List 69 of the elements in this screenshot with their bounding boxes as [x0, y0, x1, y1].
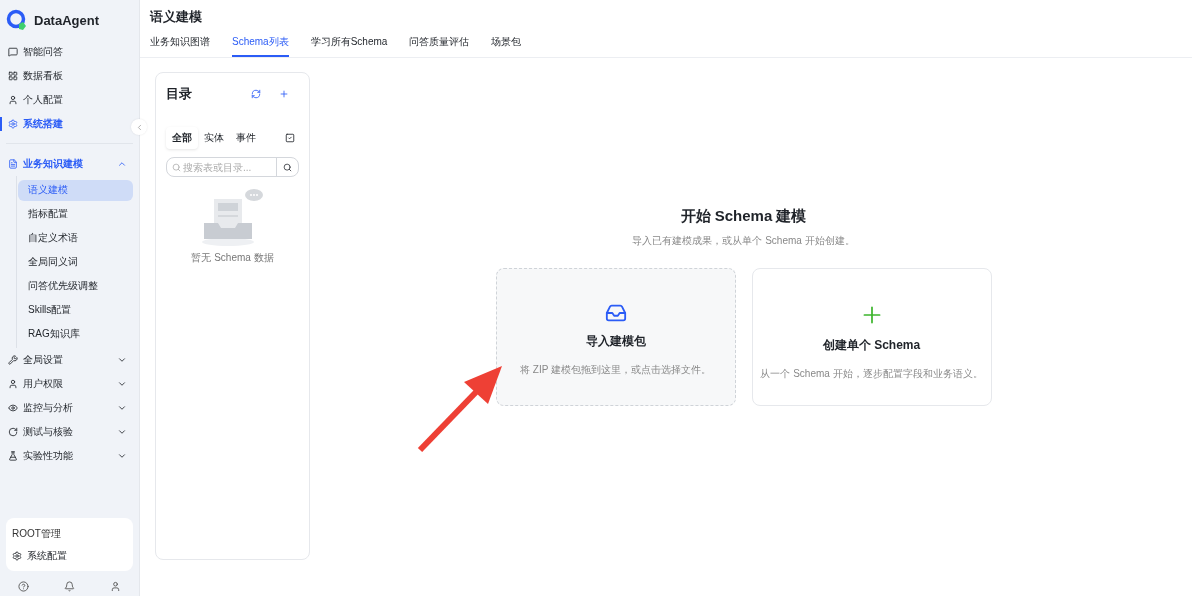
nav-group[interactable]: 用户权限 [6, 372, 133, 396]
tab[interactable]: 问答质量评估 [409, 35, 470, 57]
logo-icon [6, 9, 28, 31]
panel-title: 目录 [166, 85, 192, 103]
document-icon [8, 159, 18, 169]
card-title: 创建单个 Schema [822, 337, 921, 354]
section-title: 开始 Schema 建模 [680, 207, 807, 226]
nav-subitem[interactable]: 自定义术语 [18, 227, 133, 249]
add-icon[interactable] [279, 89, 289, 99]
nav-group[interactable]: 全局设置 [6, 348, 133, 372]
search-box[interactable]: 搜索表或目录... [166, 157, 299, 177]
import-card[interactable]: 导入建模包 将 ZIP 建模包拖到这里，或点击选择文件。 [495, 268, 736, 406]
bell-icon[interactable] [64, 581, 75, 592]
wrench-icon [8, 355, 18, 365]
user-icon [8, 379, 18, 389]
search-icon [283, 162, 292, 172]
tab[interactable]: 学习所有Schema [310, 35, 388, 57]
filter-tab[interactable]: 实体 [198, 127, 230, 149]
brand-name: DataAgent [34, 12, 99, 28]
nav-item[interactable]: 系统搭建 [6, 112, 133, 136]
refresh-icon[interactable] [251, 89, 261, 99]
filter-tab[interactable]: 事件 [230, 127, 262, 149]
help-icon[interactable] [18, 581, 29, 592]
chevron-down-icon [117, 379, 127, 389]
chevron-down-icon [117, 451, 127, 461]
search-field[interactable]: 搜索表或目录... [181, 161, 276, 173]
nav-subitem[interactable]: RAG知识库 [18, 323, 133, 345]
tab[interactable]: 场景包 [491, 35, 522, 57]
eye-icon [8, 403, 18, 413]
checkbox-icon[interactable] [285, 133, 295, 143]
nav-item[interactable]: 个人配置 [6, 88, 133, 112]
create-card[interactable]: 创建单个 Schema 从一个 Schema 开始，逐步配置字段和业务语义。 [751, 268, 992, 406]
nav-subitem[interactable]: 语义建模 [18, 179, 133, 201]
card-title: 导入建模包 [585, 333, 646, 350]
card-description: 从一个 Schema 开始，逐步配置字段和业务语义。 [760, 367, 983, 381]
tab[interactable]: Schema列表 [232, 35, 289, 57]
nav-group[interactable]: 测试与核验 [6, 420, 133, 444]
flask-icon [8, 451, 18, 461]
nav-item[interactable]: 智能问答 [6, 40, 133, 64]
nav-subitem[interactable]: 问答优先级调整 [18, 275, 133, 297]
chevron-down-icon [117, 403, 127, 413]
section-title: ROOT管理 [12, 527, 62, 541]
nav-subitem[interactable]: 全局同义词 [18, 251, 133, 273]
chevron-down-icon [117, 427, 127, 437]
chevron-down-icon [117, 355, 127, 365]
nav-subitem[interactable]: 指标配置 [18, 203, 133, 225]
search-icon [172, 162, 181, 172]
nav-group[interactable]: 业务知识建模 [6, 152, 133, 176]
page-title: 语义建模 [150, 8, 203, 26]
chevron-up-icon [117, 159, 127, 169]
section-subtitle: 导入已有建模成果，或从单个 Schema 开始创建。 [632, 234, 855, 248]
gear-icon [12, 551, 22, 561]
nav-group[interactable]: 实验性功能 [6, 444, 133, 468]
refresh-icon [8, 427, 18, 437]
tab[interactable]: 业务知识图谱 [150, 35, 210, 57]
nav-item[interactable]: 数据看板 [6, 64, 133, 88]
nav-subitem[interactable]: Skills配置 [18, 299, 133, 321]
chat-icon [8, 47, 18, 57]
grid-icon [8, 71, 18, 81]
user-icon[interactable] [110, 581, 121, 592]
filter-tab[interactable]: 全部 [166, 127, 198, 149]
inbox-icon [604, 302, 627, 324]
user-icon [8, 95, 18, 105]
empty-message: 暂无 Schema 数据 [191, 251, 274, 265]
active-indicator [0, 117, 2, 131]
nav-group[interactable]: 监控与分析 [6, 396, 133, 420]
gear-icon [8, 119, 18, 129]
nav-item[interactable]: 系统配置 [12, 549, 127, 563]
card-description: 将 ZIP 建模包拖到这里，或点击选择文件。 [520, 363, 711, 377]
